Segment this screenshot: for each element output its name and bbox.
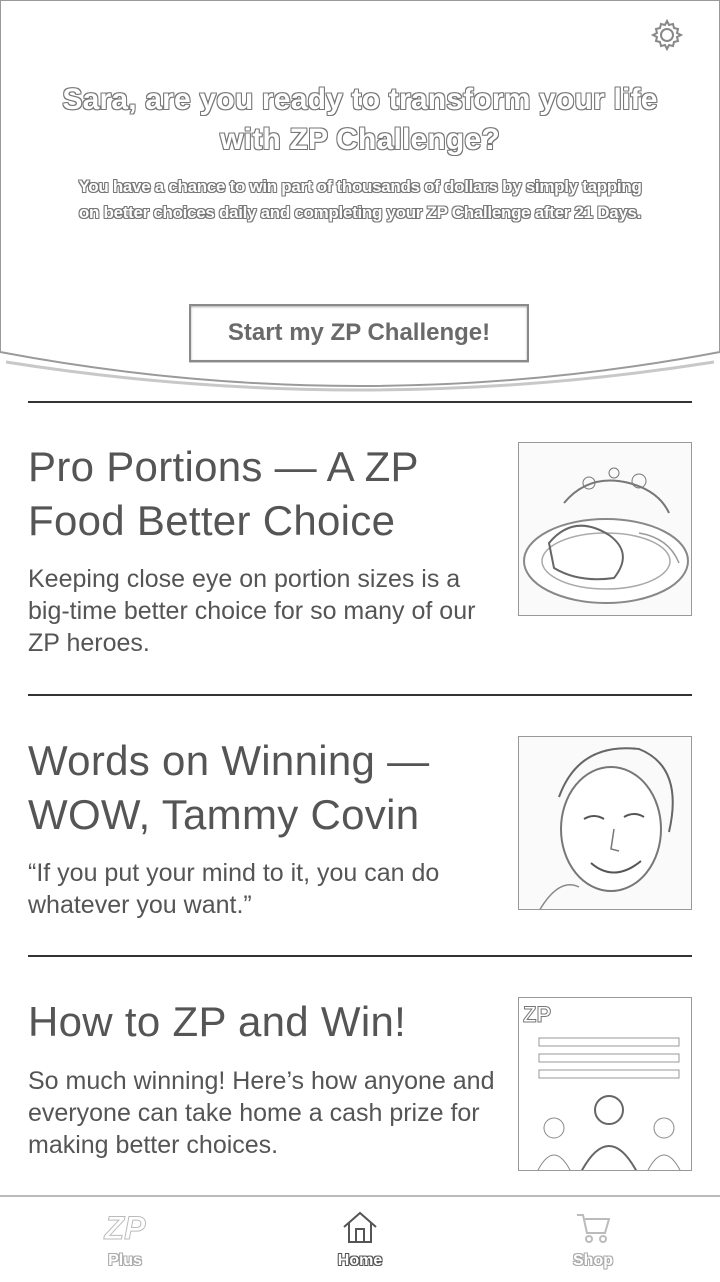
- card-title[interactable]: Words on Winning — WOW, Tammy Covin: [28, 734, 498, 842]
- svg-text:ZP: ZP: [104, 1210, 147, 1245]
- card-body: Keeping close eye on portion sizes is a …: [28, 565, 476, 657]
- cart-icon: [577, 1214, 611, 1243]
- divider: [28, 401, 692, 403]
- winners-image[interactable]: ZP: [518, 997, 692, 1171]
- gear-icon[interactable]: [648, 16, 686, 54]
- start-challenge-button[interactable]: Start my ZP Challenge!: [189, 304, 529, 362]
- zp-logo-icon: ZP: [103, 1210, 147, 1247]
- nav-label-plus: Plus: [108, 1252, 142, 1269]
- divider: [28, 955, 692, 957]
- nav-label-shop: Shop: [573, 1252, 613, 1269]
- card-body: “If you put your mind to it, you can do …: [28, 859, 440, 919]
- nav-home[interactable]: Home: [300, 1209, 420, 1270]
- nav-shop[interactable]: Shop: [533, 1209, 653, 1270]
- challenge-header: Sara, are you ready to transform your li…: [0, 0, 720, 400]
- food-plate-image[interactable]: [518, 442, 692, 616]
- svg-text:ZP: ZP: [523, 1002, 551, 1027]
- home-icon: [343, 1211, 377, 1243]
- portrait-image[interactable]: [518, 736, 692, 910]
- card-title[interactable]: How to ZP and Win!: [28, 995, 498, 1049]
- bottom-nav: ZP Plus Home Shop: [0, 1195, 720, 1282]
- card-title[interactable]: Pro Portions — A ZP Food Better Choice: [28, 440, 498, 548]
- divider: [28, 694, 692, 696]
- hero-title: Sara, are you ready to transform your li…: [62, 83, 658, 156]
- hero-subtitle: You have a chance to win part of thousan…: [78, 177, 642, 222]
- nav-plus[interactable]: ZP Plus: [65, 1209, 185, 1270]
- card-body: So much winning! Here’s how anyone and e…: [28, 1067, 495, 1159]
- nav-label-home: Home: [337, 1252, 383, 1269]
